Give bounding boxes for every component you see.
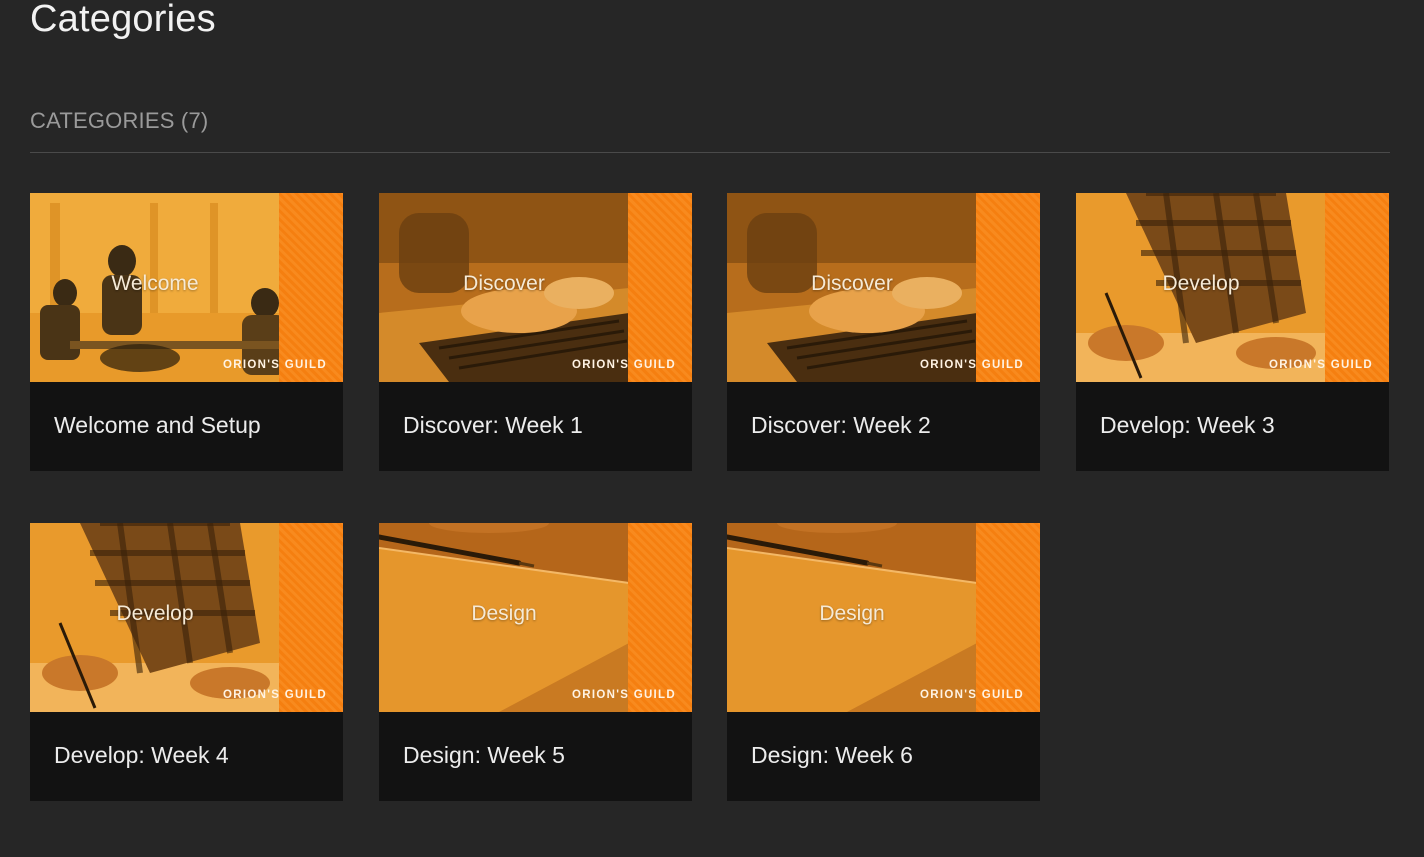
brand-stripe xyxy=(976,523,1040,712)
brand-stripe xyxy=(279,523,343,712)
thumbnail-label: Discover xyxy=(463,272,545,295)
brand-logo-text: ORION'S GUILD xyxy=(572,359,676,371)
category-card-design-week-6[interactable]: Design ORION'S GUILD Design: Week 6 xyxy=(727,523,1040,801)
category-title[interactable]: Discover: Week 1 xyxy=(403,412,583,439)
category-title[interactable]: Discover: Week 2 xyxy=(751,412,931,439)
thumbnail-label: Design xyxy=(819,602,885,625)
category-thumbnail[interactable]: Design ORION'S GUILD xyxy=(379,523,692,712)
brand-logo-text: ORION'S GUILD xyxy=(223,359,327,371)
categories-page: Categories CATEGORIES (7) Welcome ORION'… xyxy=(0,0,1424,857)
thumbnail-label: Welcome xyxy=(111,272,199,295)
category-card-welcome-and-setup[interactable]: Welcome ORION'S GUILD Welcome and Setup xyxy=(30,193,343,471)
thumbnail-label: Develop xyxy=(116,602,194,625)
category-thumbnail[interactable]: Welcome ORION'S GUILD xyxy=(30,193,343,382)
brand-stripe xyxy=(1325,193,1389,382)
brand-logo-text: ORION'S GUILD xyxy=(223,689,327,701)
category-title[interactable]: Develop: Week 4 xyxy=(54,742,229,769)
category-card-discover-week-1[interactable]: Discover ORION'S GUILD Discover: Week 1 xyxy=(379,193,692,471)
brand-stripe xyxy=(628,523,692,712)
category-thumbnail[interactable]: Develop ORION'S GUILD xyxy=(1076,193,1389,382)
category-title[interactable]: Design: Week 6 xyxy=(751,742,913,769)
brand-logo-text: ORION'S GUILD xyxy=(1269,359,1373,371)
category-card-design-week-5[interactable]: Design ORION'S GUILD Design: Week 5 xyxy=(379,523,692,801)
category-thumbnail[interactable]: Discover ORION'S GUILD xyxy=(379,193,692,382)
brand-logo-text: ORION'S GUILD xyxy=(572,689,676,701)
category-title[interactable]: Develop: Week 3 xyxy=(1100,412,1275,439)
thumbnail-label: Design xyxy=(471,602,537,625)
section-divider xyxy=(30,152,1390,153)
brand-logo-text: ORION'S GUILD xyxy=(920,689,1024,701)
section-heading: CATEGORIES (7) xyxy=(30,108,209,133)
category-thumbnail[interactable]: Discover ORION'S GUILD xyxy=(727,193,1040,382)
thumbnail-label: Develop xyxy=(1162,272,1240,295)
category-title[interactable]: Design: Week 5 xyxy=(403,742,565,769)
category-title[interactable]: Welcome and Setup xyxy=(54,412,261,439)
brand-stripe xyxy=(976,193,1040,382)
brand-stripe xyxy=(279,193,343,382)
thumbnail-label: Discover xyxy=(811,272,893,295)
category-thumbnail[interactable]: Develop ORION'S GUILD xyxy=(30,523,343,712)
brand-logo-text: ORION'S GUILD xyxy=(920,359,1024,371)
category-thumbnail[interactable]: Design ORION'S GUILD xyxy=(727,523,1040,712)
category-card-develop-week-4[interactable]: Develop ORION'S GUILD Develop: Week 4 xyxy=(30,523,343,801)
category-card-develop-week-3[interactable]: Develop ORION'S GUILD Develop: Week 3 xyxy=(1076,193,1389,471)
category-card-discover-week-2[interactable]: Discover ORION'S GUILD Discover: Week 2 xyxy=(727,193,1040,471)
brand-stripe xyxy=(628,193,692,382)
page-title: Categories xyxy=(30,0,216,40)
